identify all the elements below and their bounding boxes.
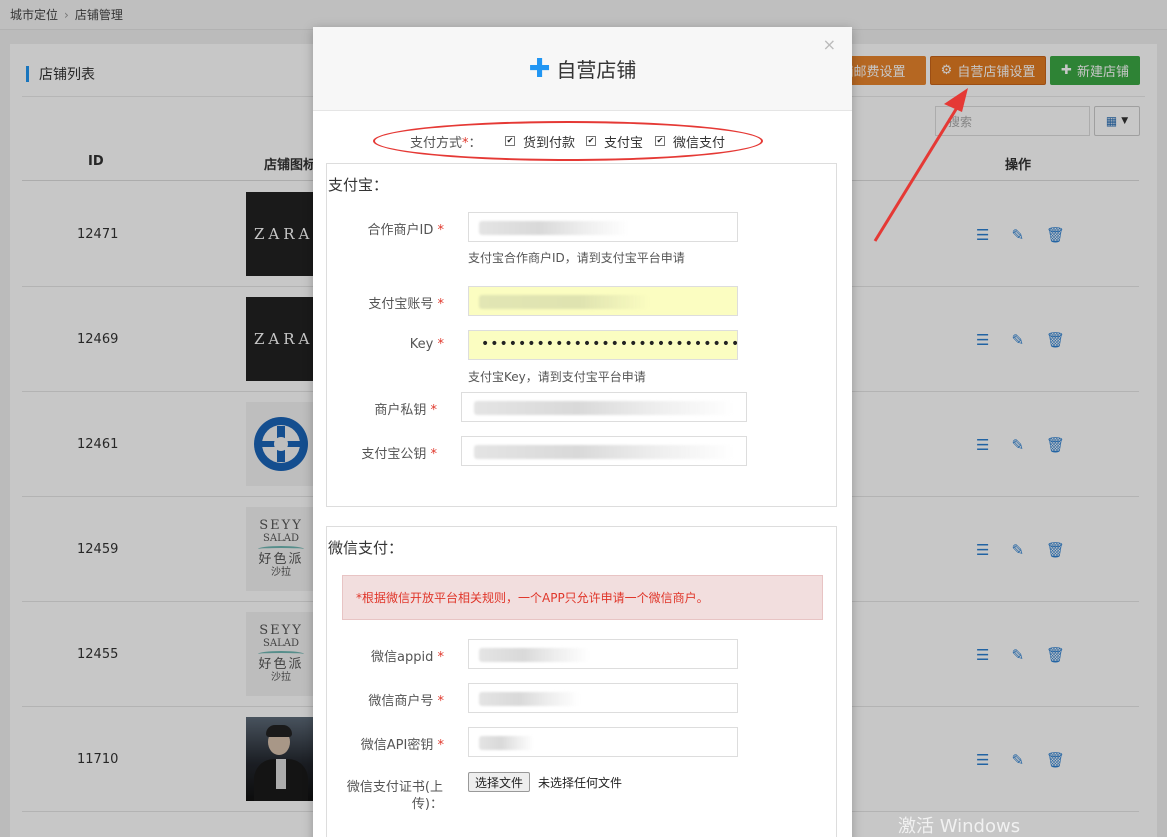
modal-title-text: 自营店铺: [556, 58, 637, 82]
private-key-input[interactable]: [461, 392, 747, 422]
key-label: Key *: [409, 337, 444, 352]
self-store-modal: ✚ 自营店铺 × 支付方式*： ✔ 货到付款 ✔ 支付宝 ✔ 微信支付 支付宝： 合作…: [313, 27, 852, 837]
wechat-merchant-label: 微信商户号 *: [368, 694, 444, 709]
annotation-ellipse: [373, 121, 763, 161]
wechat-api-key-input[interactable]: [468, 727, 738, 757]
modal-header: ✚ 自营店铺 ×: [313, 27, 852, 111]
wechat-alert: *根据微信开放平台相关规则，一个APP只允许申请一个微信商户。: [342, 575, 823, 620]
key-input[interactable]: ••••••••••••••••••••••••••••••••: [468, 330, 738, 360]
wechat-cert-label: 微信支付证书(上传)：: [346, 780, 443, 812]
wechat-merchant-input[interactable]: [468, 683, 738, 713]
wechat-section-title: 微信支付：: [328, 539, 404, 557]
partner-id-label: 合作商户ID *: [367, 223, 445, 238]
modal-title: ✚ 自营店铺: [529, 54, 637, 83]
partner-id-input[interactable]: [468, 212, 738, 242]
public-key-label: 支付宝公钥 *: [361, 447, 437, 462]
partner-id-help: 支付宝合作商户ID，请到支付宝平台申请: [468, 251, 685, 265]
wechat-appid-label: 微信appid *: [371, 650, 444, 665]
alipay-account-label: 支付宝账号 *: [368, 297, 444, 312]
choose-file-button[interactable]: 选择文件: [468, 772, 531, 792]
close-icon[interactable]: ×: [823, 35, 836, 54]
alipay-section: 支付宝： 合作商户ID * 支付宝合作商户ID，请到支付宝平台申请 支付宝账号 …: [326, 163, 837, 507]
windows-watermark: 激活 Windows: [898, 816, 1021, 837]
no-file-text: 未选择任何文件: [538, 776, 623, 790]
wechat-api-key-label: 微信API密钥 *: [360, 738, 444, 753]
alipay-account-input[interactable]: [468, 286, 738, 316]
alipay-section-title: 支付宝：: [328, 176, 389, 194]
plus-icon: ✚: [528, 53, 551, 84]
public-key-input[interactable]: [461, 436, 747, 466]
wechat-appid-input[interactable]: [468, 639, 738, 669]
wechat-section: 微信支付： *根据微信开放平台相关规则，一个APP只允许申请一个微信商户。 微信…: [326, 526, 837, 837]
private-key-label: 商户私钥 *: [374, 403, 437, 418]
key-masked-value: ••••••••••••••••••••••••••••••••: [481, 336, 738, 352]
key-help: 支付宝Key，请到支付宝平台申请: [468, 370, 646, 384]
